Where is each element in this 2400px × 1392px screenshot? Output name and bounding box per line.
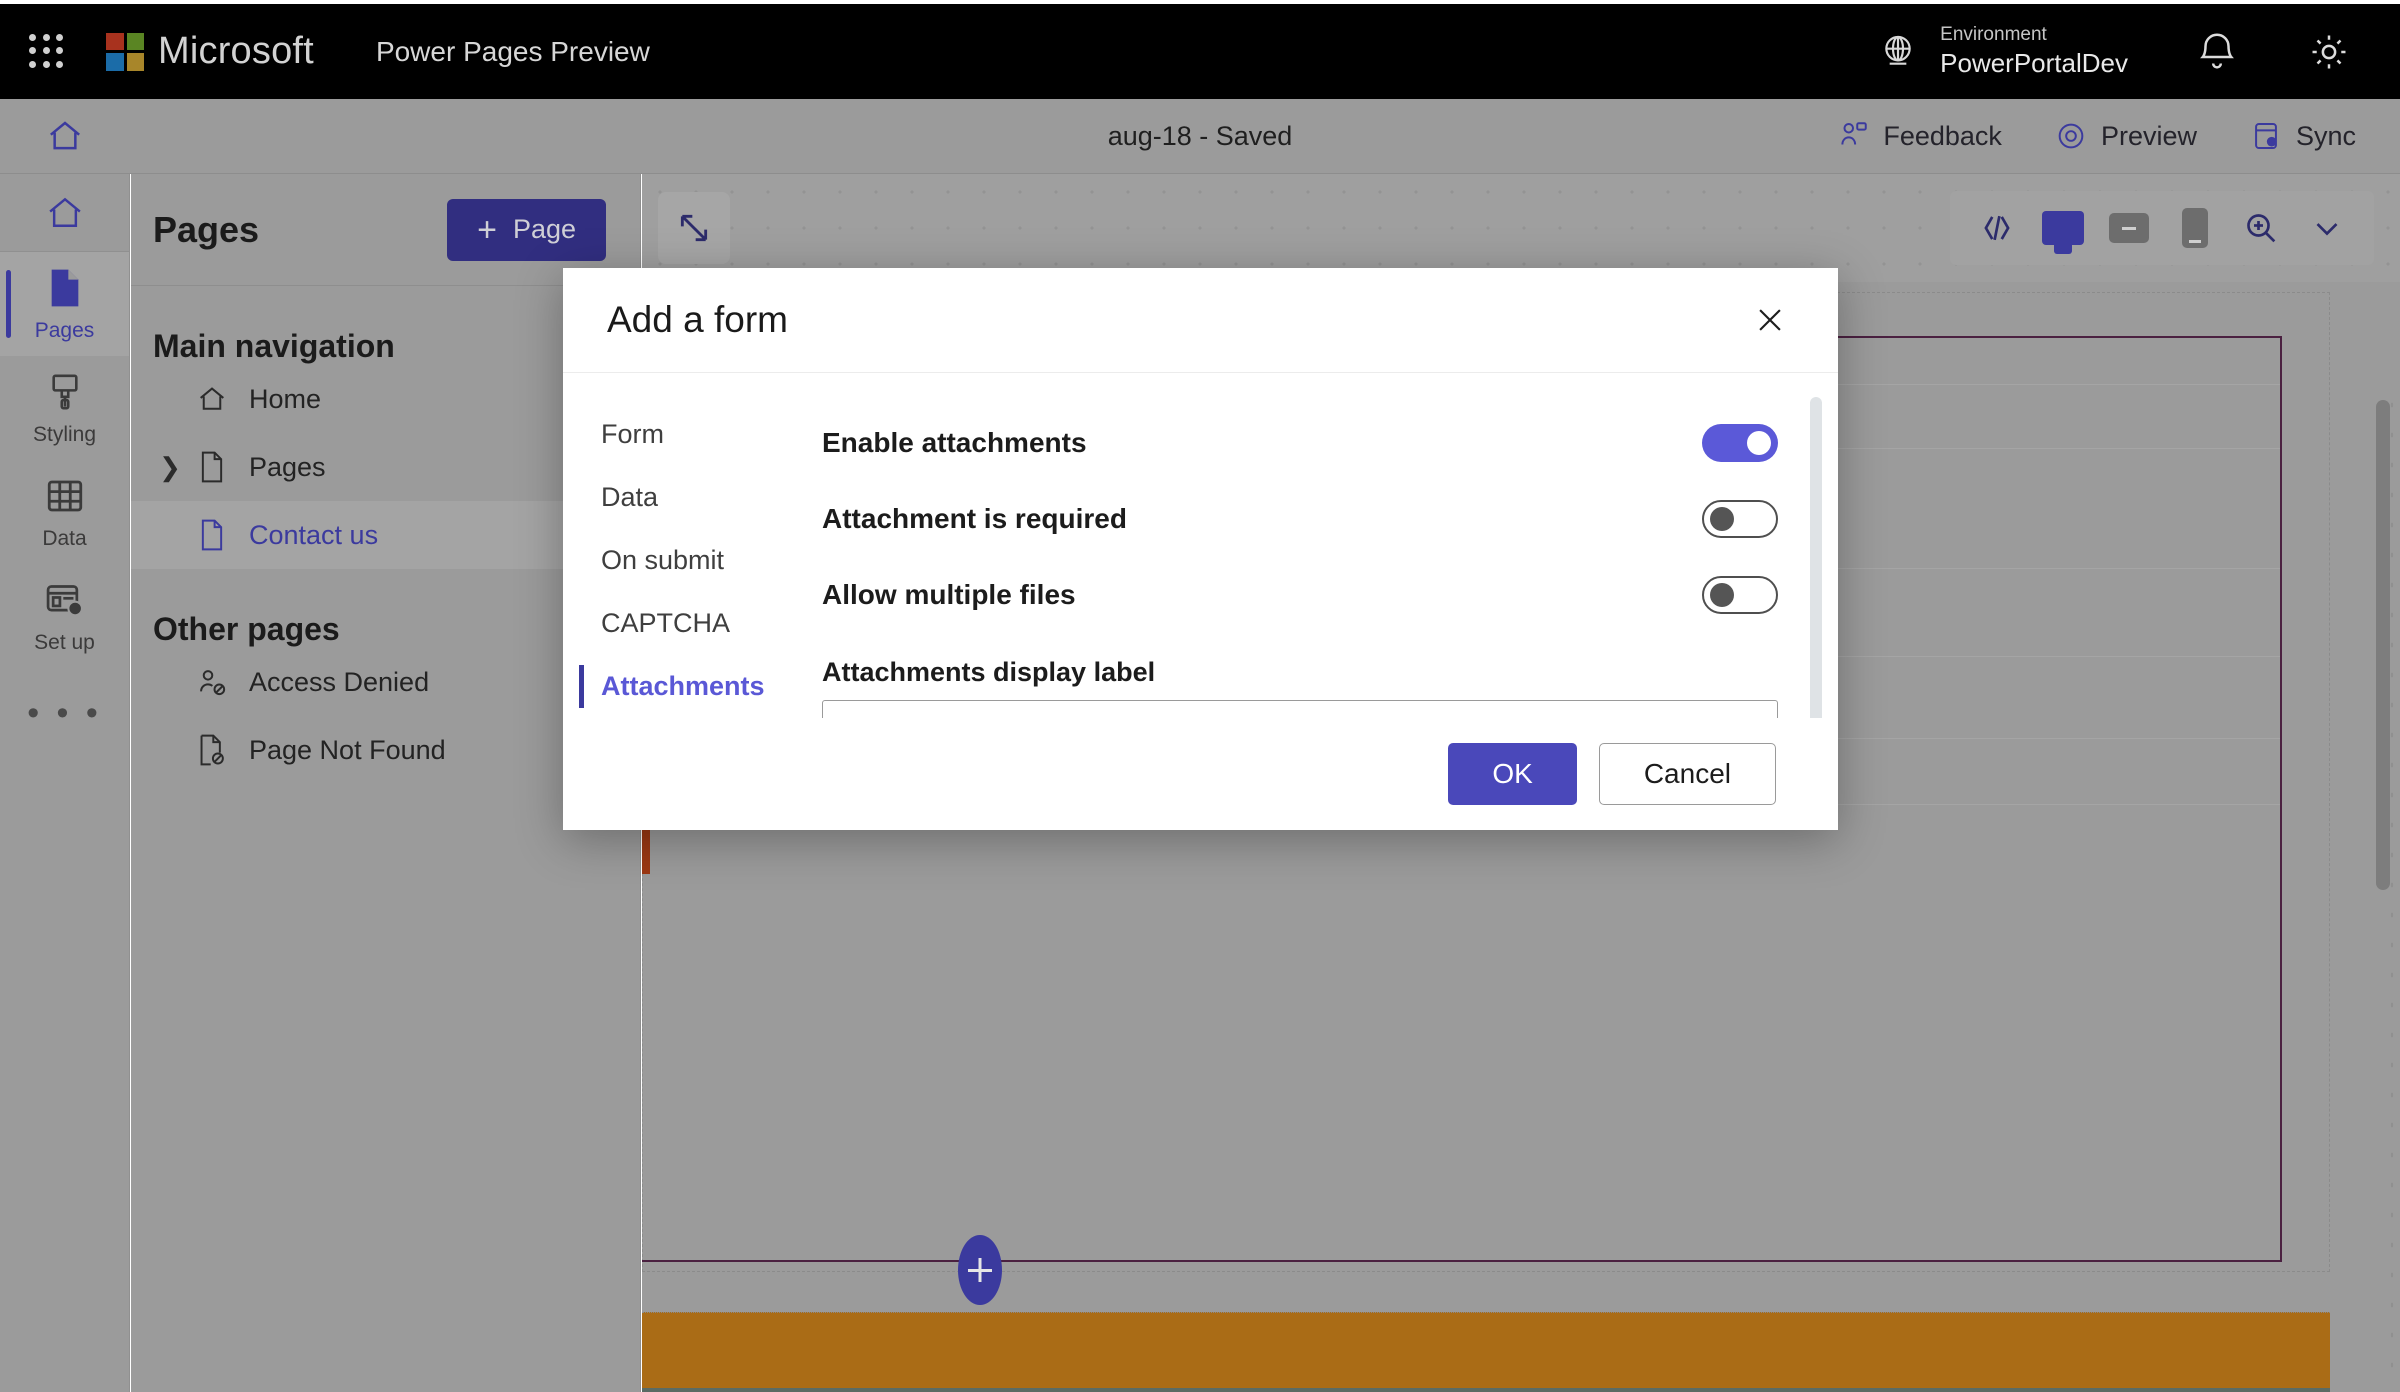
dialog-tab-form[interactable]: Form [579, 403, 778, 466]
setting-label: Enable attachments [822, 427, 1087, 458]
dialog-tab-label: On submit [601, 545, 725, 575]
allow-multiple-files-toggle[interactable] [1702, 576, 1778, 614]
dialog-tab-attachments[interactable]: Attachments [579, 655, 778, 718]
cancel-button[interactable]: Cancel [1598, 743, 1776, 805]
dialog-tab-label: Form [601, 419, 664, 449]
ok-button[interactable]: OK [1448, 743, 1577, 805]
dialog-tab-label: Data [601, 482, 659, 512]
dialog-tab-captcha[interactable]: CAPTCHA [579, 592, 778, 655]
dialog-tab-on-submit[interactable]: On submit [579, 529, 778, 592]
enable-attachments-toggle[interactable] [1702, 424, 1778, 462]
attachments-display-label-label: Attachments display label [822, 657, 1778, 688]
dialog-scrollbar[interactable] [1810, 397, 1822, 718]
toggle-knob [1747, 431, 1771, 455]
dialog-footer: OK Cancel [563, 718, 1838, 830]
toggle-knob [1710, 507, 1734, 531]
setting-label: Allow multiple files [822, 579, 1076, 610]
field-label-text: Attachments display label [822, 657, 1156, 687]
close-button[interactable] [1742, 292, 1798, 348]
add-a-form-dialog: Add a form Form Data On submit CAPTCHA A… [563, 268, 1838, 830]
setting-attachment-required: Attachment is required [822, 481, 1778, 557]
attachments-display-label-input[interactable] [822, 700, 1778, 718]
dialog-tab-label: CAPTCHA [601, 608, 731, 638]
dialog-header: Add a form [563, 268, 1838, 373]
dialog-title: Add a form [607, 299, 788, 340]
toggle-knob [1710, 583, 1734, 607]
dialog-content: Enable attachments Attachment is require… [778, 373, 1838, 718]
active-tab-indicator [579, 665, 584, 708]
setting-enable-attachments: Enable attachments [822, 405, 1778, 481]
dialog-tab-label: Attachments [601, 671, 765, 701]
close-icon [1759, 309, 1781, 331]
setting-label: Attachment is required [822, 503, 1127, 534]
attachment-required-toggle[interactable] [1702, 500, 1778, 538]
setting-allow-multiple-files: Allow multiple files [822, 557, 1778, 633]
dialog-tab-data[interactable]: Data [579, 466, 778, 529]
application-root: Microsoft Power Pages Preview Environmen… [0, 0, 2400, 1392]
dialog-body: Form Data On submit CAPTCHA Attachments [563, 373, 1838, 718]
dialog-nav: Form Data On submit CAPTCHA Attachments [563, 373, 778, 718]
